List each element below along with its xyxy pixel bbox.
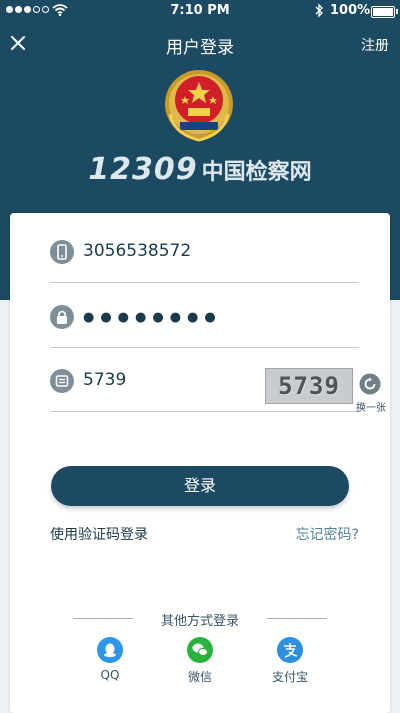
sms-login-link[interactable]: 使用验证码登录 xyxy=(50,524,148,544)
qq-label: QQ xyxy=(100,668,120,682)
refresh-icon[interactable] xyxy=(359,373,381,395)
page-title: 用户登录 xyxy=(166,38,234,58)
wechat-icon xyxy=(187,637,213,663)
captcha-input[interactable]: 5739 xyxy=(83,370,126,390)
password-field[interactable]: ●●●●●●●● xyxy=(50,285,359,348)
forgot-password-link[interactable]: 忘记密码? xyxy=(296,524,359,544)
brand-logo: 12309 中国检察网 xyxy=(0,152,400,187)
bluetooth-icon xyxy=(315,3,323,18)
alipay-icon xyxy=(277,637,303,663)
wechat-login-button[interactable]: 微信 xyxy=(170,637,230,685)
phone-input[interactable]: 3056538572 xyxy=(83,241,191,261)
captcha-image-text: 5739 xyxy=(278,372,340,400)
wechat-label: 微信 xyxy=(187,670,212,684)
alipay-login-button[interactable]: 支付宝 xyxy=(260,637,320,685)
login-card: 3056538572 ●●●●●●●● 5739 5739 换一张 登录 使用验… xyxy=(10,213,390,713)
password-input[interactable]: ●●●●●●●● xyxy=(83,310,222,325)
refresh-captcha-label[interactable]: 换一张 xyxy=(351,399,391,414)
captcha-code-icon xyxy=(50,369,74,393)
phone-icon xyxy=(50,240,74,264)
phone-field[interactable]: 3056538572 xyxy=(50,220,359,283)
login-button[interactable]: 登录 xyxy=(51,466,349,506)
procuratorate-emblem-icon xyxy=(165,70,233,142)
lock-icon xyxy=(50,305,74,329)
battery-icon xyxy=(371,6,398,18)
status-bar: 7:10 PM 100% xyxy=(0,0,400,22)
alipay-label: 支付宝 xyxy=(271,670,308,684)
qq-login-button[interactable]: QQ xyxy=(80,637,140,682)
register-button[interactable]: 注册 xyxy=(361,35,389,55)
other-login-title: 其他方式登录 xyxy=(160,614,239,629)
brand-name: 中国检察网 xyxy=(201,159,312,185)
captcha-image[interactable]: 5739 xyxy=(265,368,353,404)
brand-number: 12309 xyxy=(88,152,198,187)
battery-percentage: 100% xyxy=(330,3,371,18)
qq-icon xyxy=(97,637,123,663)
